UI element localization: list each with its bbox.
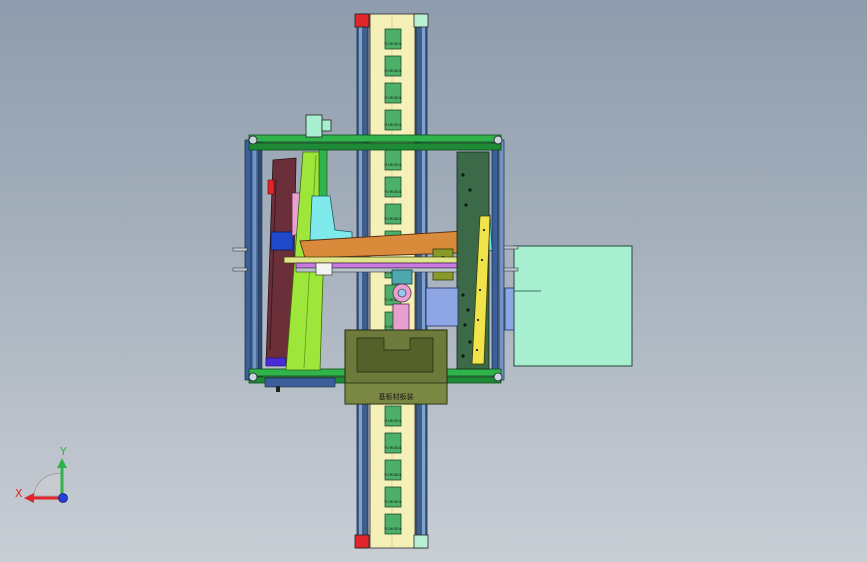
rail-top-right-cap[interactable] xyxy=(413,13,429,28)
base-plate-label: 基板材板装 xyxy=(379,392,414,401)
rail-block[interactable] xyxy=(384,109,402,131)
rail-block[interactable] xyxy=(384,55,402,77)
rail-block[interactable] xyxy=(384,82,402,104)
rail-bottom-right-cap[interactable] xyxy=(413,534,429,549)
rail-block[interactable] xyxy=(384,459,402,481)
cyan-bracket[interactable] xyxy=(309,195,353,241)
rail-block-label: FU MODUL xyxy=(384,217,401,221)
top-servo-motor[interactable] xyxy=(305,114,332,138)
rail-block-label: FU MODUL xyxy=(384,446,401,450)
y-axis-label: Y xyxy=(59,445,67,458)
carriage-guide[interactable] xyxy=(283,256,485,276)
rail-block-label: FU MODUL xyxy=(384,527,401,531)
center-gripper[interactable] xyxy=(391,269,413,340)
rail-block[interactable] xyxy=(384,28,402,50)
rail-block[interactable] xyxy=(384,176,402,198)
rail-block-label: FU MODUL xyxy=(384,69,401,73)
rail-block[interactable] xyxy=(384,513,402,535)
rail-block-label: FU MODUL xyxy=(384,96,401,100)
rail-block-label: FU MODUL xyxy=(384,123,401,127)
orientation-triad[interactable]: Y X xyxy=(15,445,68,503)
rail-block[interactable] xyxy=(384,203,402,225)
rail-block-label: FU MODUL xyxy=(384,163,401,167)
blue-adapter-block[interactable] xyxy=(425,287,459,327)
rail-block-label: FU MODUL xyxy=(384,500,401,504)
cad-viewport[interactable]: FU MODUL FU MODUL FU MODUL FU MODUL FU MODUL… xyxy=(0,0,867,562)
x-axis-label: X xyxy=(15,487,23,500)
z-axis-origin-icon xyxy=(58,493,68,503)
rail-block-label: FU MODUL xyxy=(384,419,401,423)
rail-block[interactable] xyxy=(384,149,402,171)
bottom-fittings[interactable] xyxy=(264,377,336,392)
rail-block-label: FU MODUL xyxy=(384,473,401,477)
rail-block[interactable] xyxy=(384,432,402,454)
cad-model-drawing[interactable]: FU MODUL FU MODUL FU MODUL FU MODUL FU MODUL… xyxy=(0,0,867,562)
rail-block[interactable] xyxy=(384,486,402,508)
rail-block-label: FU MODUL xyxy=(384,42,401,46)
rail-top-left-cap[interactable] xyxy=(354,13,370,28)
rail-block[interactable] xyxy=(384,405,402,427)
rail-block-label: FU MODUL xyxy=(384,190,401,194)
right-motor-housing[interactable] xyxy=(513,245,633,367)
rail-bottom-left-cap[interactable] xyxy=(354,534,370,549)
